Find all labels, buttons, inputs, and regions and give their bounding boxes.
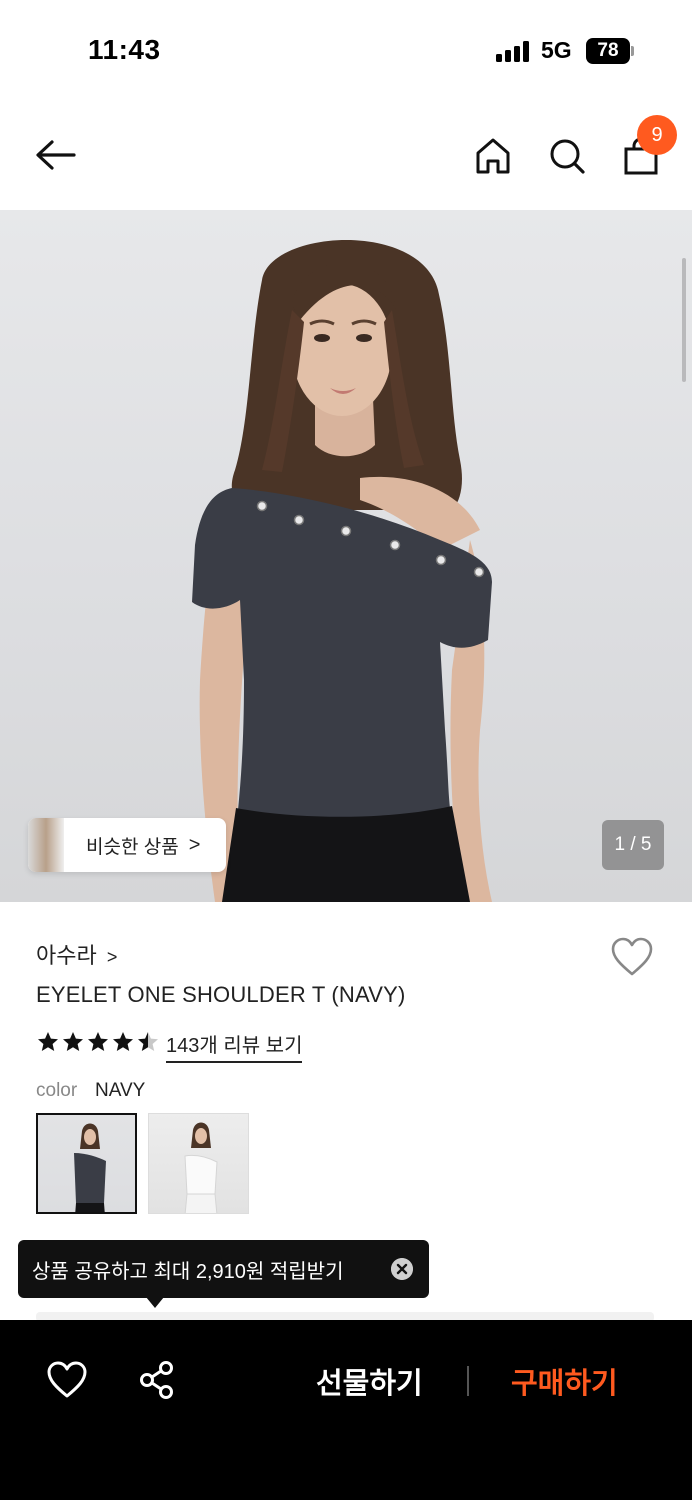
close-icon[interactable] [391,1258,413,1280]
star-icon [88,1032,108,1051]
color-swatch-navy[interactable] [36,1113,137,1214]
half-star-icon [138,1032,158,1051]
review-link[interactable]: 143개 리뷰 보기 [166,1029,303,1063]
star-icon [113,1032,133,1051]
color-swatch-white[interactable] [148,1113,249,1214]
wishlist-heart-icon[interactable] [610,936,654,978]
bottom-action-bar: 선물하기 구매하기 [0,1320,692,1500]
battery-icon: 78 [586,38,630,64]
swatch-thumbnail [184,1122,218,1213]
battery-nub [631,46,634,56]
swatch-thumbnail [74,1123,106,1212]
similar-products-label: 비슷한 상품 [86,836,179,858]
similar-product-thumbnail [28,818,64,872]
cart-count-badge: 9 [637,115,677,155]
brand-link[interactable]: 아수라 > [36,938,117,970]
brand-name: 아수라 [36,943,97,968]
star-icon [63,1032,83,1051]
chevron-right-icon: > [188,833,201,856]
share-reward-tooltip: 상품 공유하고 최대 2,910원 적립받기 [18,1240,429,1298]
product-image[interactable]: 비슷한 상품 > 1 / 5 [0,210,692,902]
tooltip-text: 상품 공유하고 최대 2,910원 적립받기 [32,1260,344,1283]
product-title: EYELET ONE SHOULDER T (NAVY) [36,982,406,1007]
chevron-right-icon: > [106,947,118,967]
signal-icon [496,40,532,62]
color-label: color [36,1080,78,1101]
star-icon [38,1032,58,1051]
model-photo [192,240,492,902]
back-arrow-icon[interactable] [34,137,78,173]
divider [467,1366,469,1396]
gift-button[interactable]: 선물하기 [316,1360,423,1402]
home-icon[interactable] [474,136,512,176]
share-icon[interactable] [138,1360,176,1400]
scroll-indicator[interactable] [682,258,686,382]
status-bar: 11:43 5G 78 [0,0,692,100]
image-page-counter: 1 / 5 [602,820,664,870]
top-nav [0,100,692,210]
tooltip-arrow [146,1297,164,1308]
status-time: 11:43 [88,34,161,65]
network-label: 5G [541,37,572,63]
heart-icon[interactable] [46,1360,88,1400]
color-value: NAVY [95,1080,146,1101]
similar-products-button[interactable]: 비슷한 상품 > [28,818,226,872]
rating-stars [36,1030,160,1056]
search-icon[interactable] [548,136,586,176]
buy-button[interactable]: 구매하기 [511,1360,618,1402]
